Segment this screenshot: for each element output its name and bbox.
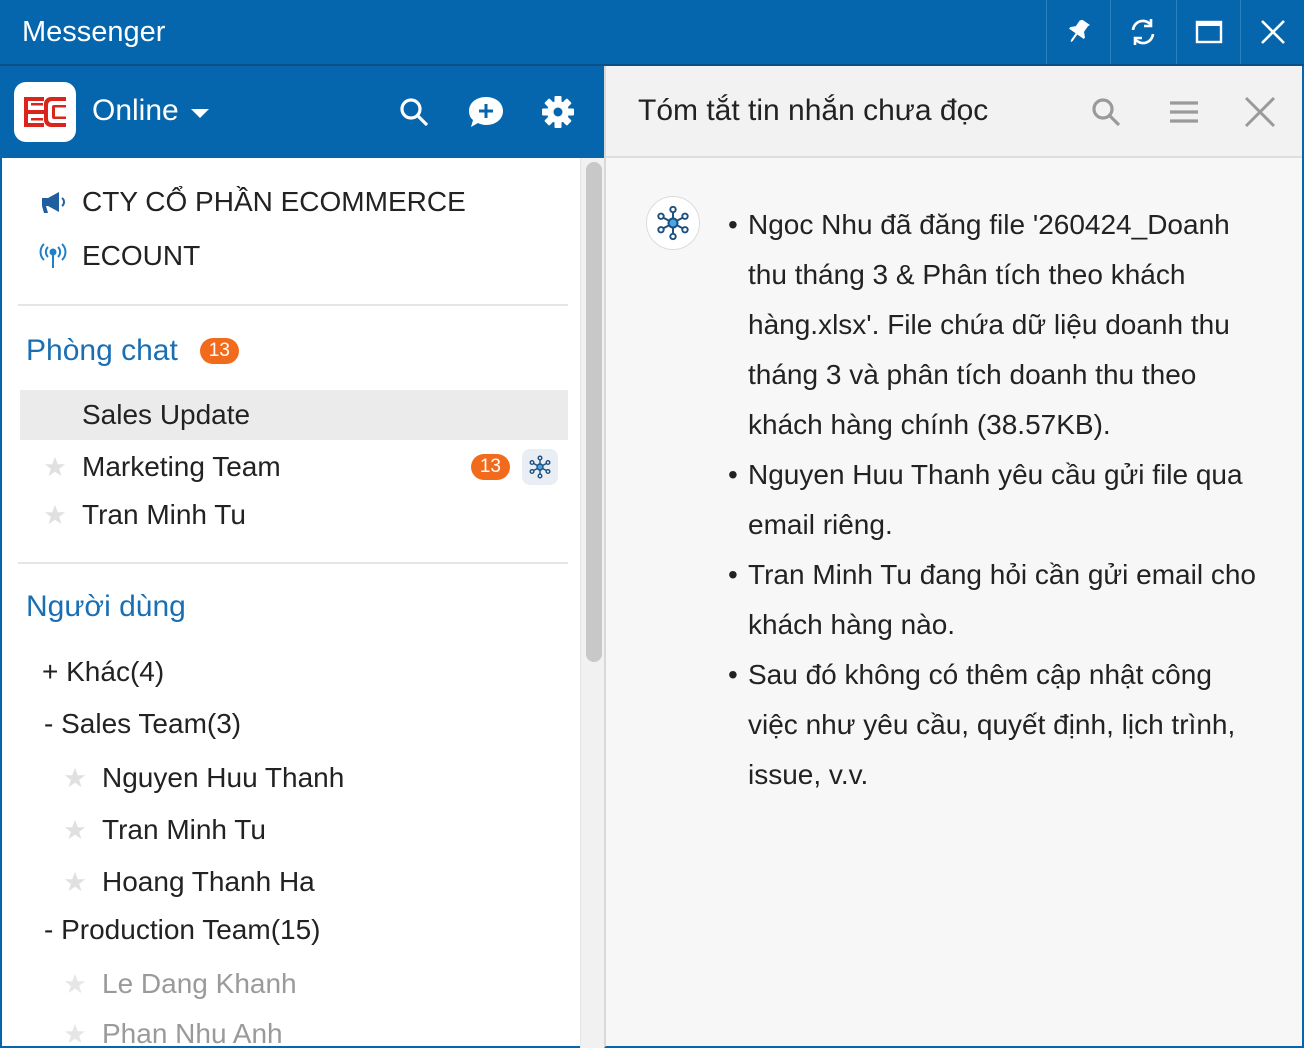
- chatroom-label: Tran Minh Tu: [82, 499, 246, 530]
- left-header: Online: [2, 66, 604, 158]
- user-item-tran-minh-tu[interactable]: Tran Minh Tu: [62, 814, 266, 846]
- summary-list: Ngoc Nhu đã đăng file '260424_Doanh thu …: [728, 200, 1268, 800]
- ai-network-icon: [657, 205, 689, 241]
- summary-header: Tóm tắt tin nhắn chưa đọc: [606, 66, 1302, 158]
- refresh-icon: [1131, 19, 1154, 45]
- search-button[interactable]: [394, 92, 434, 132]
- unread-badge: 13: [199, 338, 239, 364]
- star-icon[interactable]: [62, 973, 88, 995]
- org-label: CTY CỔ PHẦN ECOMMERCE: [82, 186, 466, 217]
- chatroom-item-marketing-team[interactable]: Marketing Team 13: [20, 442, 568, 492]
- star-icon[interactable]: [20, 456, 82, 478]
- org-item-ecount[interactable]: ECOUNT: [36, 240, 200, 272]
- app-title: Messenger: [22, 16, 166, 48]
- user-label: Hoang Thanh Ha: [102, 866, 315, 897]
- star-icon[interactable]: [62, 819, 88, 841]
- ai-summary-button[interactable]: [522, 449, 558, 485]
- user-item-le-dang-khanh[interactable]: Le Dang Khanh: [62, 968, 297, 1000]
- chatroom-label: Sales Update: [82, 399, 251, 430]
- new-chat-button[interactable]: [466, 92, 506, 132]
- summary-item: Sau đó không có thêm cập nhật công việc …: [728, 650, 1268, 800]
- megaphone-icon: [36, 190, 70, 214]
- chatroom-item-tran-minh-tu[interactable]: Tran Minh Tu: [20, 490, 568, 540]
- unread-count-badge: 13: [470, 454, 510, 480]
- chevron-down-icon: [190, 108, 209, 118]
- group-other[interactable]: + Khác(4): [42, 656, 164, 688]
- refresh-button[interactable]: [1110, 0, 1174, 64]
- user-item-hoang-thanh-ha[interactable]: Hoang Thanh Ha: [62, 866, 315, 898]
- org-label: ECOUNT: [82, 240, 201, 271]
- title-bar: Messenger: [0, 0, 1304, 66]
- users-section-title[interactable]: Người dùng: [26, 590, 186, 624]
- logo-icon: [24, 97, 66, 127]
- section-title-label: Phòng chat: [26, 334, 178, 367]
- maximize-icon: [1195, 20, 1222, 44]
- user-label: Phan Nhu Anh: [102, 1018, 283, 1048]
- user-label: Nguyen Huu Thanh: [102, 762, 345, 793]
- ecount-logo[interactable]: [14, 82, 76, 142]
- group-sales-team[interactable]: - Sales Team(3): [44, 708, 241, 740]
- summary-item: Tran Minh Tu đang hỏi cần gửi email cho …: [728, 550, 1268, 650]
- user-item-phan-nhu-anh[interactable]: Phan Nhu Anh: [62, 1018, 283, 1048]
- user-label: Le Dang Khanh: [102, 968, 297, 999]
- settings-button[interactable]: [538, 92, 578, 132]
- star-icon[interactable]: [62, 871, 88, 893]
- chatrooms-section-title[interactable]: Phòng chat 13: [26, 334, 239, 368]
- star-icon[interactable]: [62, 1023, 88, 1045]
- broadcast-icon: [36, 243, 70, 269]
- search-icon: [400, 98, 429, 127]
- status-dropdown[interactable]: Online: [92, 94, 209, 128]
- left-panel: Online CTY CỔ PHẦN ECOMMERCE ECOUNT Phòn…: [0, 66, 606, 1048]
- close-window-button[interactable]: [1240, 0, 1304, 64]
- user-label: Tran Minh Tu: [102, 814, 266, 845]
- summary-title: Tóm tắt tin nhắn chưa đọc: [638, 94, 989, 127]
- group-production-team[interactable]: - Production Team(15): [44, 914, 321, 946]
- close-icon: [1260, 20, 1285, 44]
- org-item-company[interactable]: CTY CỔ PHẦN ECOMMERCE: [36, 186, 466, 218]
- status-label: Online: [92, 94, 179, 127]
- summary-item: Ngoc Nhu đã đăng file '260424_Doanh thu …: [728, 200, 1268, 450]
- menu-button[interactable]: [1164, 92, 1204, 132]
- scrollbar[interactable]: [580, 158, 606, 1048]
- ai-network-icon: [529, 455, 551, 479]
- chatroom-label: Marketing Team: [82, 451, 281, 482]
- star-icon[interactable]: [62, 767, 88, 789]
- section-title-label: Người dùng: [26, 590, 186, 623]
- summary-search-button[interactable]: [1086, 92, 1126, 132]
- scroll-thumb[interactable]: [586, 162, 602, 662]
- summary-panel: Tóm tắt tin nhắn chưa đọc • Ngoc Nhu đã …: [604, 66, 1304, 1048]
- star-icon[interactable]: [20, 504, 82, 526]
- search-icon: [1092, 98, 1121, 127]
- close-panel-button[interactable]: [1240, 92, 1280, 132]
- divider: [18, 562, 568, 564]
- pin-button[interactable]: [1046, 0, 1110, 64]
- close-icon: [1244, 96, 1276, 128]
- chatroom-item-sales-update[interactable]: Sales Update: [20, 390, 568, 440]
- gear-icon: [542, 96, 574, 128]
- ai-bot-avatar: [646, 196, 700, 250]
- new-chat-icon: [469, 97, 503, 127]
- divider: [18, 304, 568, 306]
- pin-icon: [1068, 19, 1090, 43]
- hamburger-menu-icon: [1170, 101, 1198, 123]
- maximize-button[interactable]: [1176, 0, 1240, 64]
- user-item-nguyen-huu-thanh[interactable]: Nguyen Huu Thanh: [62, 762, 344, 794]
- summary-item: Nguyen Huu Thanh yêu cầu gửi file qua em…: [728, 450, 1268, 550]
